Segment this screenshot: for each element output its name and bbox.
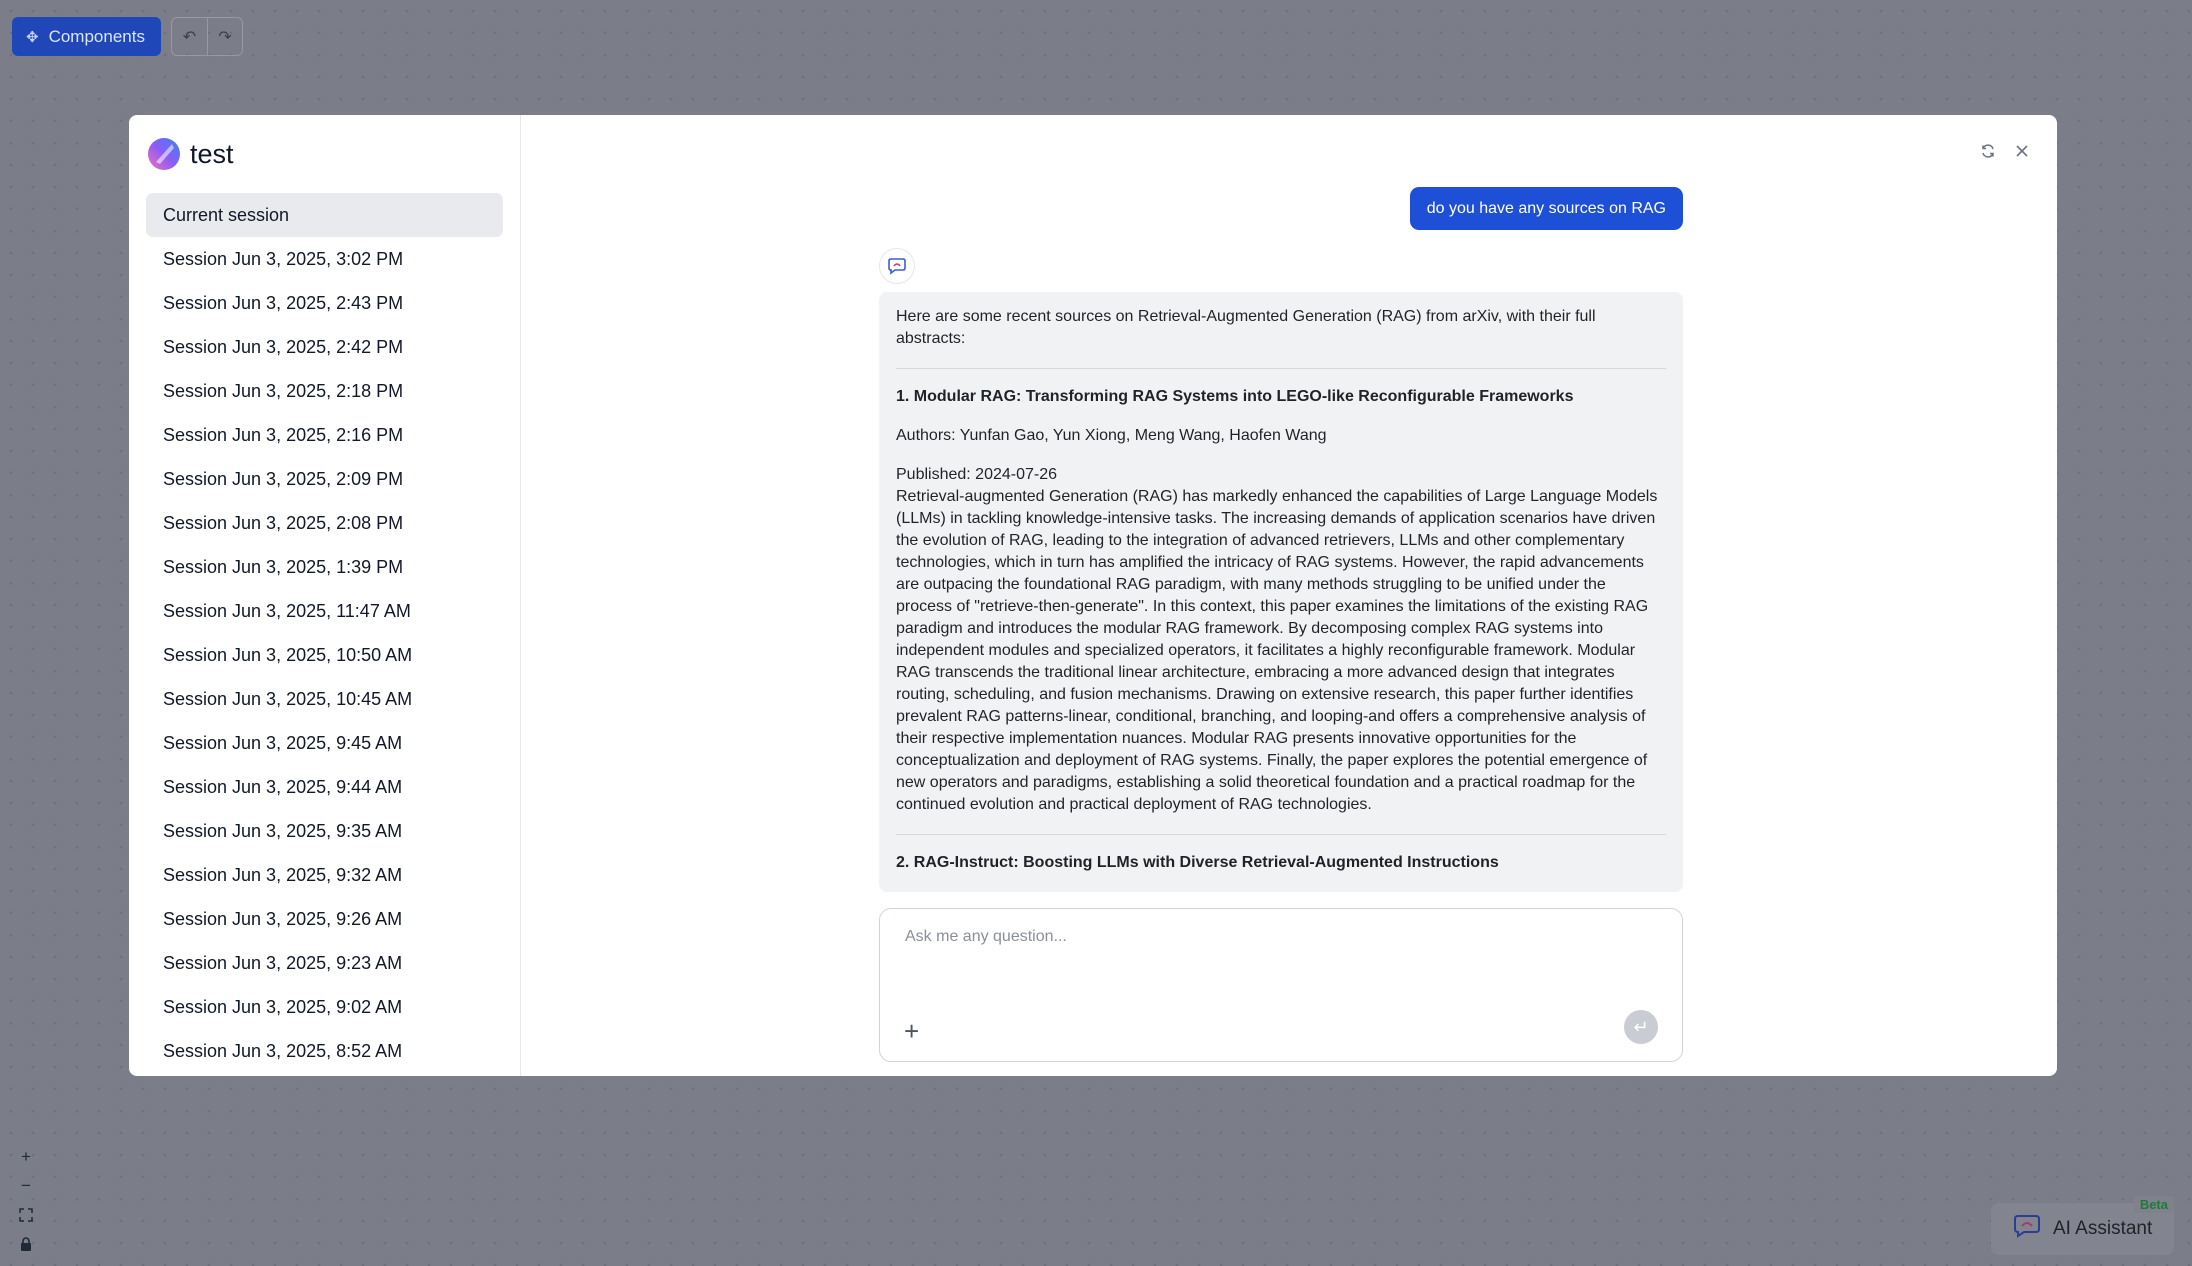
plus-icon[interactable]: + — [904, 1018, 919, 1044]
paper-title: 1. Modular RAG: Transforming RAG Systems… — [896, 388, 1574, 405]
session-label: Session Jun 3, 2025, 11:47 AM — [163, 600, 411, 621]
beta-badge: Beta — [2133, 1196, 2174, 1213]
session-item[interactable]: Session Jun 3, 2025, 10:50 AM — [146, 633, 503, 677]
session-label: Session Jun 3, 2025, 9:45 AM — [163, 732, 403, 753]
component-icon: ✥ — [26, 28, 39, 46]
session-label: Session Jun 3, 2025, 8:52 AM — [163, 1040, 403, 1061]
chat-input-box[interactable]: Ask me any question... + ↵ — [879, 908, 1683, 1062]
divider — [896, 368, 1666, 369]
undo-icon: ↶ — [182, 28, 197, 46]
paper-title: 2. RAG-Instruct: Boosting LLMs with Dive… — [896, 854, 1499, 871]
flow-logo-icon — [147, 137, 181, 171]
session-item[interactable]: Session Jun 3, 2025, 9:26 AM — [146, 897, 503, 941]
session-item[interactable]: Session Jun 3, 2025, 9:35 AM — [146, 809, 503, 853]
paper-abstract: Retrieval-augmented Generation (RAG) has… — [896, 488, 1658, 813]
session-label: Session Jun 3, 2025, 2:43 PM — [163, 292, 404, 313]
session-label: Session Jun 3, 2025, 2:42 PM — [163, 336, 404, 357]
session-item[interactable]: Session Jun 3, 2025, 10:45 AM — [146, 677, 503, 721]
session-item[interactable]: Session Jun 3, 2025, 2:09 PM — [146, 457, 503, 501]
fit-view-icon[interactable] — [13, 1202, 39, 1227]
zoom-out-icon[interactable]: − — [13, 1173, 39, 1198]
paper-published: Published: 2024-07-26 — [896, 466, 1058, 483]
session-item[interactable]: Session Jun 3, 2025, 2:18 PM — [146, 369, 503, 413]
session-item[interactable]: Session Jun 3, 2025, 2:43 PM — [146, 281, 503, 325]
session-item-current[interactable]: Current session — [146, 193, 503, 237]
assistant-icon — [2011, 1213, 2043, 1245]
sidebar-header: test — [146, 126, 503, 182]
bot-intro: Here are some recent sources on Retrieva… — [896, 308, 1596, 347]
redo-button[interactable]: ↷ — [206, 18, 242, 55]
session-item[interactable]: Session Jun 3, 2025, 9:44 AM — [146, 765, 503, 809]
user-message: do you have any sources on RAG — [1409, 187, 1683, 230]
session-label: Session Jun 3, 2025, 9:32 AM — [163, 864, 403, 885]
session-label: Session Jun 3, 2025, 2:16 PM — [163, 424, 404, 445]
bot-message: Here are some recent sources on Retrieva… — [879, 292, 1683, 892]
session-label: Session Jun 3, 2025, 9:35 AM — [163, 820, 403, 841]
session-label: Session Jun 3, 2025, 3:02 PM — [163, 248, 404, 269]
session-item[interactable]: Session Jun 3, 2025, 11:47 AM — [146, 589, 503, 633]
paper-authors: Authors: Yunfan Gao, Yun Xiong, Meng Wan… — [896, 427, 1327, 444]
chat-panel: do you have any sources on RAG Here are … — [521, 115, 2057, 1076]
refresh-icon[interactable] — [1979, 142, 1997, 160]
bot-avatar-icon — [879, 248, 915, 284]
session-item[interactable]: Session Jun 3, 2025, 3:02 PM — [146, 237, 503, 281]
undo-redo-group: ↶ ↷ — [170, 17, 243, 56]
send-button[interactable]: ↵ — [1624, 1010, 1658, 1044]
session-item[interactable]: Session Jun 3, 2025, 9:23 AM — [146, 941, 503, 985]
playground-modal: test Current session Session Jun 3, 2025… — [129, 115, 2057, 1076]
session-label: Current session — [163, 204, 290, 225]
session-item[interactable]: Session Jun 3, 2025, 1:39 PM — [146, 545, 503, 589]
ai-assistant-button[interactable]: AI Assistant Beta — [1991, 1196, 2174, 1255]
close-icon[interactable] — [2013, 142, 2031, 160]
undo-button[interactable]: ↶ — [172, 18, 207, 55]
components-label: Components — [48, 26, 145, 46]
session-label: Session Jun 3, 2025, 2:18 PM — [163, 380, 404, 401]
session-label: Session Jun 3, 2025, 10:50 AM — [163, 644, 413, 665]
session-item[interactable]: Session Jun 3, 2025, 9:32 AM — [146, 853, 503, 897]
lock-icon[interactable] — [13, 1231, 39, 1256]
zoom-in-icon[interactable]: + — [13, 1144, 39, 1169]
top-toolbar: ✥ Components ↶ ↷ — [12, 17, 243, 56]
session-label: Session Jun 3, 2025, 9:26 AM — [163, 908, 403, 929]
window-controls — [1979, 142, 2031, 160]
user-message-text: do you have any sources on RAG — [1426, 199, 1666, 217]
divider — [896, 834, 1666, 835]
session-item[interactable]: Session Jun 3, 2025, 2:42 PM — [146, 325, 503, 369]
canvas-controls: + − — [13, 1144, 39, 1256]
session-label: Session Jun 3, 2025, 10:45 AM — [163, 688, 413, 709]
flow-title: test — [190, 138, 234, 169]
session-item[interactable]: Session Jun 3, 2025, 2:08 PM — [146, 501, 503, 545]
session-list: Current session Session Jun 3, 2025, 3:0… — [146, 193, 503, 1073]
session-item[interactable]: Session Jun 3, 2025, 2:16 PM — [146, 413, 503, 457]
session-item[interactable]: Session Jun 3, 2025, 9:45 AM — [146, 721, 503, 765]
session-label: Session Jun 3, 2025, 2:09 PM — [163, 468, 404, 489]
session-label: Session Jun 3, 2025, 9:02 AM — [163, 996, 403, 1017]
session-item[interactable]: Session Jun 3, 2025, 8:52 AM — [146, 1029, 503, 1073]
components-button[interactable]: ✥ Components — [12, 17, 161, 56]
session-label: Session Jun 3, 2025, 2:08 PM — [163, 512, 404, 533]
session-label: Session Jun 3, 2025, 9:44 AM — [163, 776, 403, 797]
session-label: Session Jun 3, 2025, 9:23 AM — [163, 952, 403, 973]
ai-assistant-label: AI Assistant — [2053, 1218, 2153, 1239]
redo-icon: ↷ — [218, 28, 232, 46]
session-label: Session Jun 3, 2025, 1:39 PM — [163, 556, 404, 577]
session-item[interactable]: Session Jun 3, 2025, 9:02 AM — [146, 985, 503, 1029]
send-icon: ↵ — [1633, 1016, 1649, 1037]
chat-input-placeholder[interactable]: Ask me any question... — [905, 928, 1067, 946]
chat-column: do you have any sources on RAG Here are … — [879, 115, 1683, 1076]
session-sidebar: test Current session Session Jun 3, 2025… — [129, 115, 521, 1076]
